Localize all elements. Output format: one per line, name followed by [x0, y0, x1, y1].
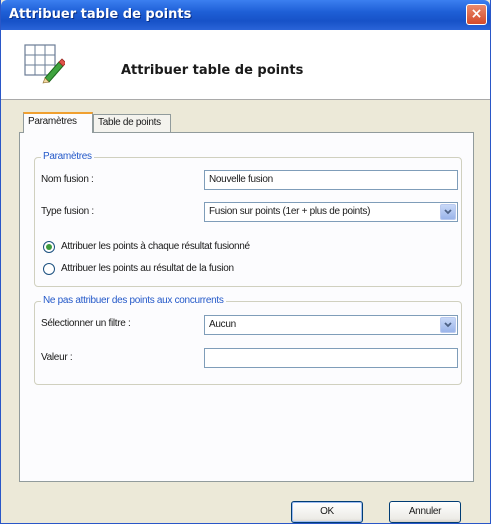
dialog-header: Attribuer table de points: [1, 30, 490, 100]
radio-attribuer-chaque-resultat-label[interactable]: Attribuer les points à chaque résultat f…: [61, 241, 250, 252]
radio-attribuer-resultat-fusion-label[interactable]: Attribuer les points au résultat de la f…: [61, 263, 234, 274]
filtre-select[interactable]: Aucun: [204, 315, 458, 335]
valeur-label: Valeur :: [41, 352, 73, 363]
title-bar[interactable]: Attribuer table de points ×: [1, 0, 490, 30]
cancel-button[interactable]: Annuler: [389, 501, 461, 523]
type-fusion-dropdown-button[interactable]: [440, 204, 456, 220]
radio-attribuer-resultat-fusion[interactable]: [43, 263, 55, 275]
type-fusion-label: Type fusion :: [41, 206, 94, 217]
type-fusion-select[interactable]: Fusion sur points (1er + plus de points): [204, 202, 458, 222]
filter-group: Ne pas attribuer des points aux concurre…: [34, 295, 462, 385]
filtre-dropdown-button[interactable]: [440, 317, 456, 333]
tab-table-de-points[interactable]: Table de points: [93, 114, 171, 132]
parametres-group-legend: Paramètres: [41, 151, 94, 162]
tab-parametres[interactable]: Paramètres: [23, 112, 93, 133]
dialog-window: Attribuer table de points × Attribuer ta…: [0, 0, 491, 524]
table-edit-icon: [23, 42, 67, 84]
filtre-label: Sélectionner un filtre :: [41, 318, 131, 329]
header-title: Attribuer table de points: [121, 63, 304, 78]
close-button[interactable]: ×: [466, 4, 487, 25]
tab-panel-parametres: Paramètres Nom fusion : Nouvelle fusion …: [19, 132, 474, 482]
ok-button[interactable]: OK: [291, 501, 363, 523]
nom-fusion-label: Nom fusion :: [41, 174, 94, 185]
type-fusion-value: Fusion sur points (1er + plus de points): [209, 206, 371, 217]
chevron-down-icon: [444, 209, 452, 215]
window-title: Attribuer table de points: [9, 7, 192, 22]
filter-group-legend: Ne pas attribuer des points aux concurre…: [41, 295, 226, 306]
filtre-value: Aucun: [209, 319, 236, 330]
close-icon: ×: [470, 6, 483, 22]
parametres-group: Paramètres Nom fusion : Nouvelle fusion …: [34, 151, 462, 287]
chevron-down-icon: [444, 322, 452, 328]
valeur-input[interactable]: [204, 348, 458, 368]
nom-fusion-input[interactable]: Nouvelle fusion: [204, 170, 458, 190]
radio-attribuer-chaque-resultat[interactable]: [43, 241, 55, 253]
